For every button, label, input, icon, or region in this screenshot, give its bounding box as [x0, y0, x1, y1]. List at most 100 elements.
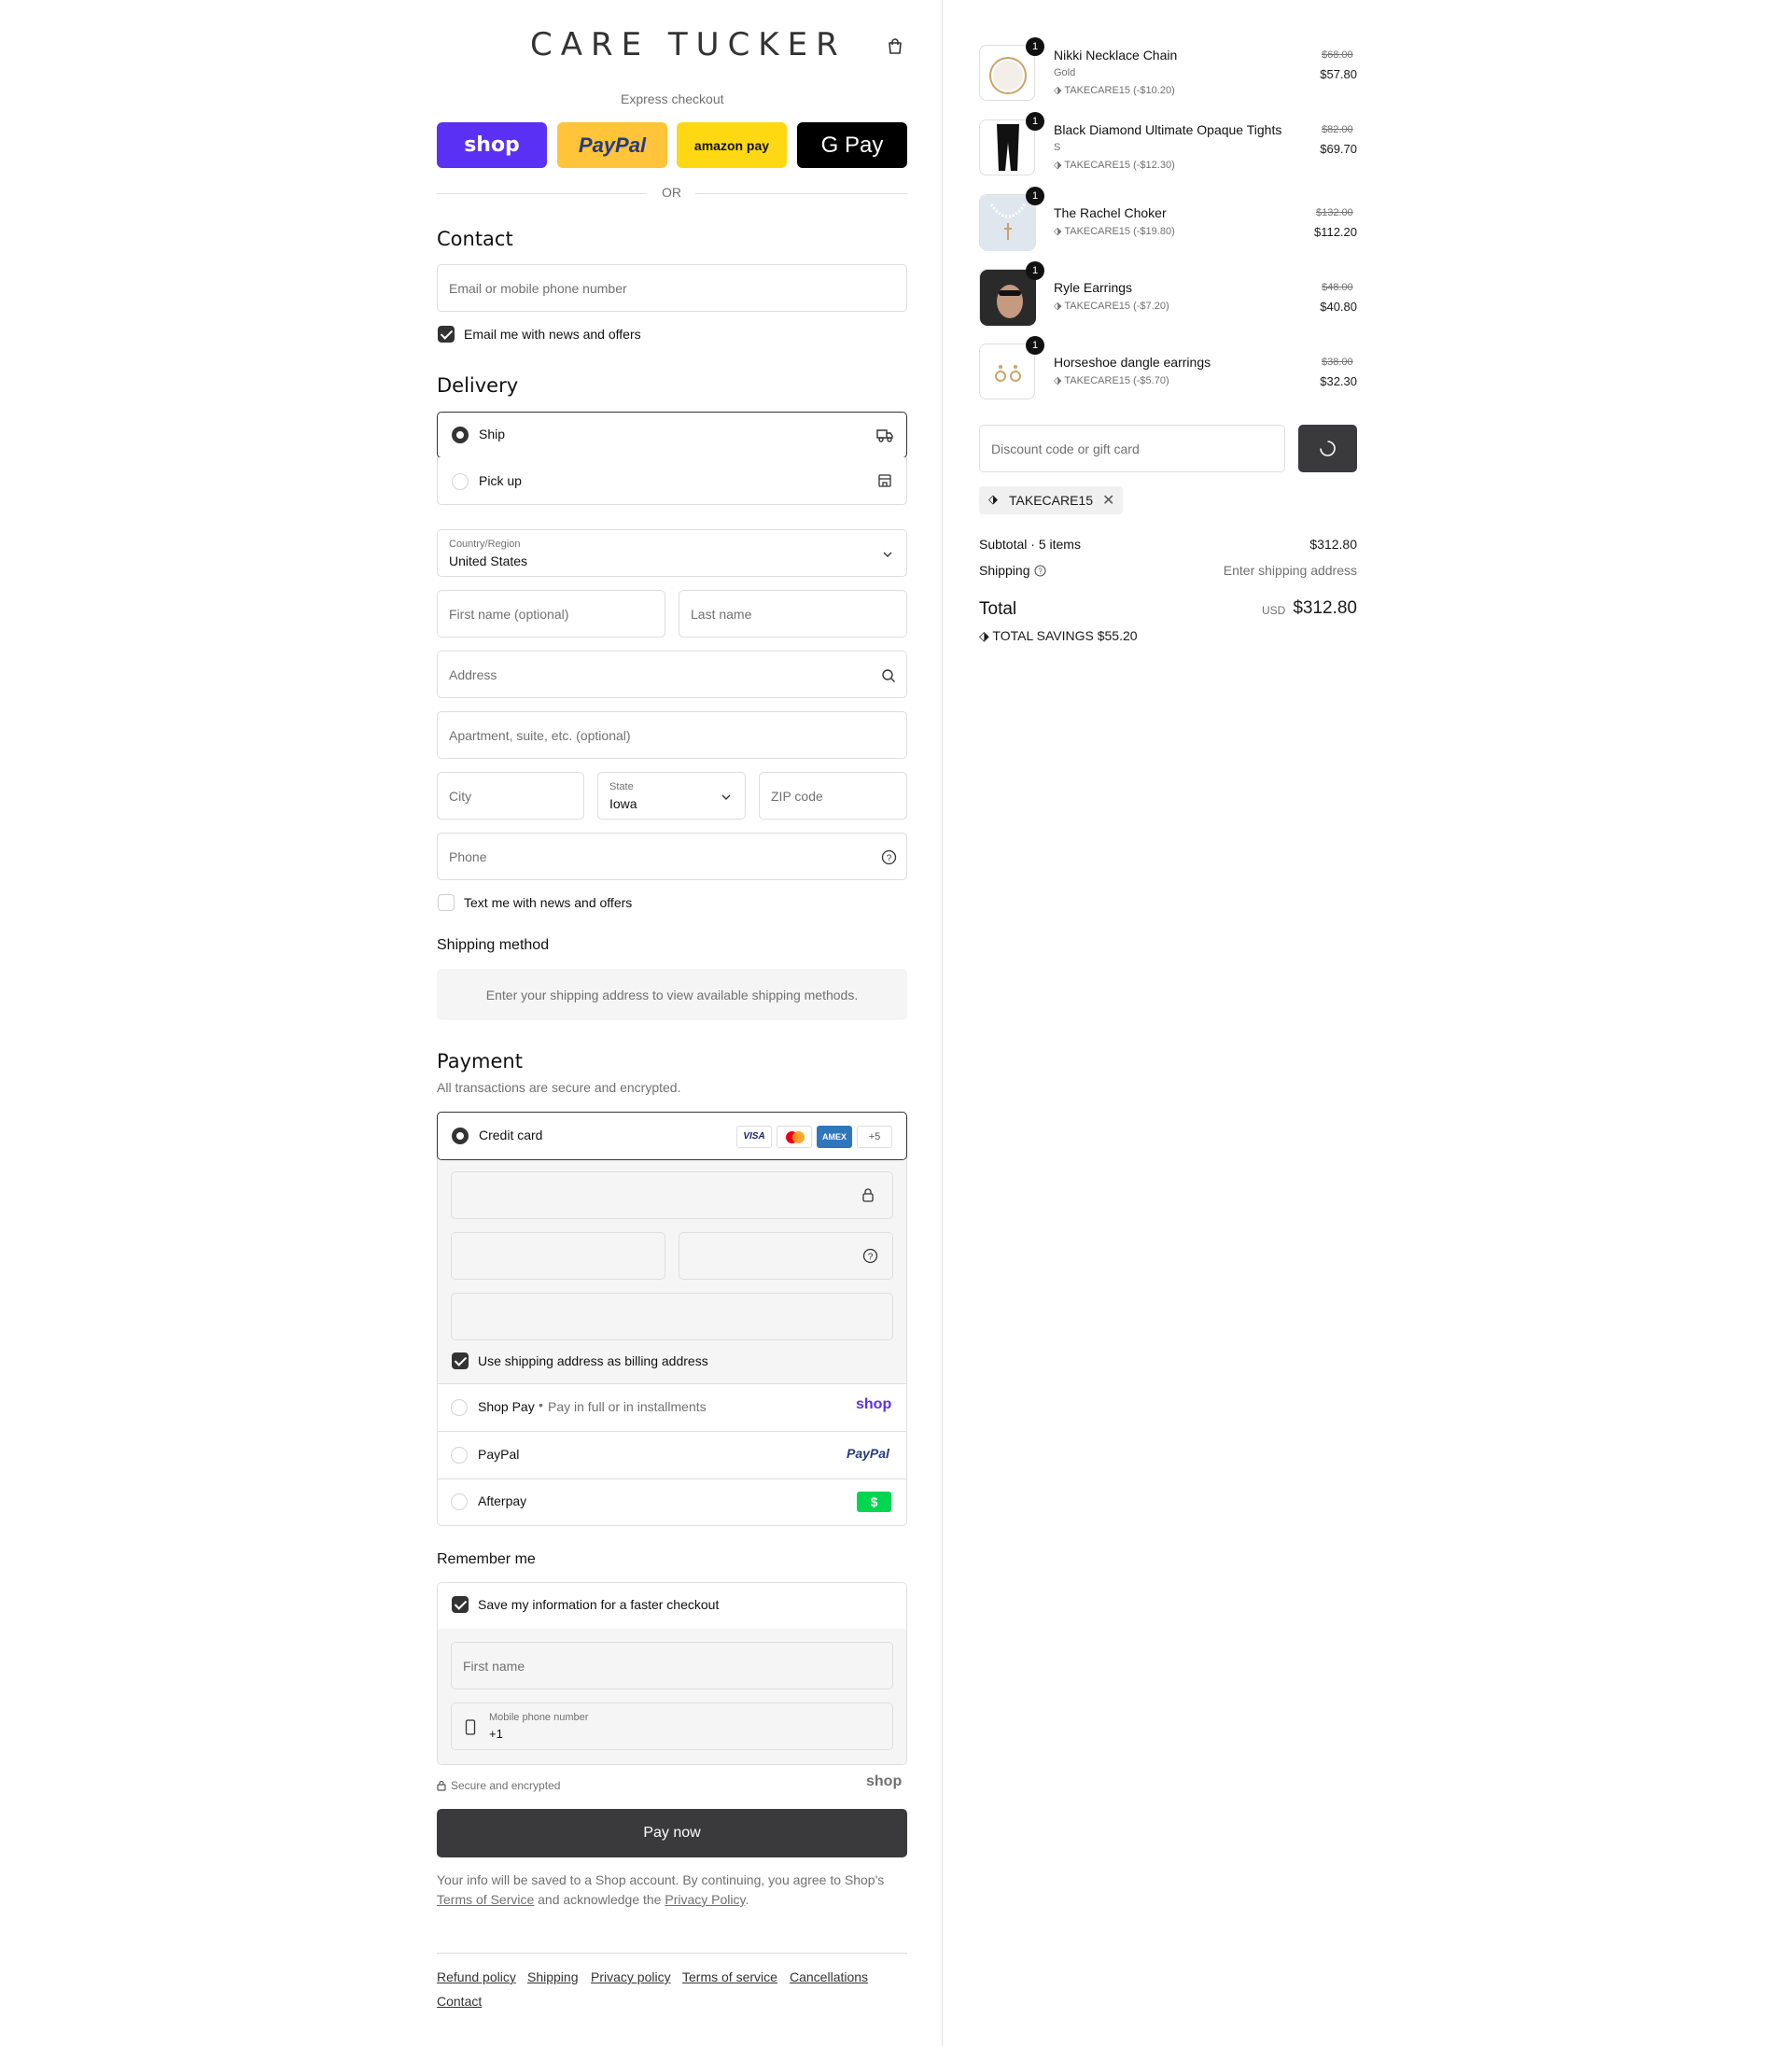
billing-address-checkbox[interactable]: [452, 1352, 469, 1369]
save-info-checkbox[interactable]: [452, 1596, 469, 1613]
pay-now-button[interactable]: Pay now: [437, 1809, 907, 1857]
mobile-phone-field[interactable]: Mobile phone number +1: [451, 1703, 893, 1750]
applied-discount-code: TAKECARE15: [1009, 493, 1093, 508]
divider: [437, 193, 647, 194]
security-code-field[interactable]: ?: [679, 1232, 893, 1280]
svg-text:?: ?: [887, 854, 892, 864]
store-icon: [878, 474, 891, 487]
shop-pay-label: Shop Pay: [478, 1399, 535, 1414]
credit-card-label: Credit card: [479, 1128, 543, 1142]
mobile-phone-value: +1: [489, 1727, 503, 1741]
city-placeholder: City: [449, 789, 472, 804]
email-field[interactable]: Email or mobile phone number: [437, 264, 907, 312]
legal-text-line1: Your info will be saved to a Shop accoun…: [437, 1872, 885, 1887]
email-news-checkbox[interactable]: [438, 326, 455, 343]
paypal-option[interactable]: PayPal PayPal: [438, 1432, 906, 1478]
product-price: $57.80: [1320, 67, 1357, 81]
mastercard-icon: [777, 1126, 812, 1148]
country-value: United States: [449, 554, 528, 568]
product-name: Nikki Necklace Chain: [1054, 48, 1178, 63]
truck-icon: [876, 429, 893, 442]
pickup-radio[interactable]: [452, 473, 469, 490]
visa-logo-text: VISA: [743, 1131, 765, 1142]
remove-discount-icon[interactable]: ✕: [1102, 491, 1114, 510]
shipping-method-message: Enter your shipping address to view avai…: [485, 988, 859, 1002]
discount-code-field[interactable]: Discount code or gift card: [979, 425, 1285, 472]
product-discount: ⬗ TAKECARE15 (-$12.30): [1054, 159, 1175, 171]
product-variant: Gold: [1054, 67, 1076, 78]
help-icon[interactable]: ?: [1034, 565, 1046, 577]
state-select[interactable]: State Iowa: [597, 772, 746, 820]
paypal-logo: PayPal: [847, 1446, 889, 1461]
legal-and: and acknowledge the: [538, 1892, 662, 1907]
help-icon[interactable]: ?: [881, 849, 897, 865]
quantity-badge: 1: [1026, 336, 1044, 355]
shipping-link[interactable]: Shipping: [527, 1969, 579, 1984]
privacy-policy-link[interactable]: Privacy policy: [591, 1969, 671, 1984]
zip-field[interactable]: ZIP code: [759, 772, 907, 820]
privacy-link[interactable]: Privacy Policy: [665, 1892, 745, 1907]
apply-discount-button[interactable]: [1298, 425, 1357, 472]
tag-icon: ⬗: [1054, 301, 1062, 312]
ship-option[interactable]: Ship: [437, 412, 907, 458]
paypal-express-button[interactable]: PayPal: [557, 122, 667, 168]
phone-placeholder: Phone: [449, 849, 487, 864]
card-number-field[interactable]: [451, 1171, 893, 1219]
shop-pay-option[interactable]: Shop Pay • Pay in full or in installment…: [438, 1384, 906, 1431]
shop-pay-logo: shop: [464, 133, 520, 157]
payment-heading: Payment: [437, 1050, 523, 1072]
first-name-field[interactable]: First name (optional): [437, 590, 665, 638]
last-name-field[interactable]: Last name: [679, 590, 907, 638]
shop-pay-logo: shop: [856, 1396, 892, 1412]
pickup-option[interactable]: Pick up: [437, 457, 907, 505]
country-label: Country/Region: [449, 539, 521, 550]
contact-link[interactable]: Contact: [437, 1994, 482, 2009]
email-placeholder: Email or mobile phone number: [449, 281, 627, 296]
svg-text:?: ?: [1038, 568, 1043, 576]
save-info-label: Save my information for a faster checkou…: [478, 1597, 720, 1612]
text-news-checkbox[interactable]: [438, 894, 455, 911]
legal-text-line2: Terms of Service and acknowledge the Pri…: [437, 1892, 749, 1907]
product-thumbnail: [979, 343, 1035, 399]
brand-logo[interactable]: CARE TUCKER: [530, 26, 847, 63]
footer-divider: [437, 1953, 907, 1954]
help-icon[interactable]: ?: [862, 1248, 878, 1264]
credit-card-radio[interactable]: [452, 1128, 469, 1144]
product-thumbnail: [979, 119, 1035, 175]
city-field[interactable]: City: [437, 772, 584, 820]
terms-of-service-link[interactable]: Terms of service: [682, 1969, 777, 1984]
product-discount-text: TAKECARE15 (-$10.20): [1064, 85, 1175, 96]
original-price: $82.00: [1322, 124, 1353, 135]
afterpay-radio[interactable]: [451, 1493, 468, 1510]
name-on-card-field[interactable]: [451, 1293, 893, 1340]
afterpay-option[interactable]: Afterpay $: [438, 1479, 906, 1525]
product-thumbnail: [979, 269, 1036, 326]
paypal-radio[interactable]: [451, 1447, 468, 1464]
earrings-model-image: [980, 270, 1036, 326]
country-select[interactable]: Country/Region United States: [437, 529, 907, 577]
amazon-pay-express-button[interactable]: amazon pay: [677, 122, 787, 168]
legal-end: .: [745, 1892, 749, 1907]
apartment-field[interactable]: Apartment, suite, etc. (optional): [437, 711, 907, 759]
cancellations-link[interactable]: Cancellations: [790, 1969, 868, 1984]
subtotal-value: $312.80: [1309, 537, 1357, 552]
refund-policy-link[interactable]: Refund policy: [437, 1969, 516, 1984]
address-field[interactable]: Address: [437, 651, 907, 698]
expiration-field[interactable]: [451, 1232, 665, 1280]
quantity-badge: 1: [1026, 112, 1044, 131]
shop-pay-radio[interactable]: [451, 1399, 468, 1416]
original-price: $48.00: [1322, 282, 1353, 293]
shop-pay-express-button[interactable]: shop: [437, 122, 547, 168]
remember-first-name-field[interactable]: First name: [451, 1642, 893, 1689]
amazon-pay-logo: amazon pay: [693, 137, 770, 153]
horseshoe-earrings-image: [995, 365, 1021, 382]
terms-link[interactable]: Terms of Service: [437, 1892, 534, 1907]
product-name: The Rachel Choker: [1054, 205, 1167, 220]
google-pay-express-button[interactable]: G Pay: [797, 122, 907, 168]
ship-label: Ship: [479, 427, 506, 441]
ship-radio[interactable]: [452, 427, 469, 443]
shopping-bag-icon[interactable]: [886, 37, 904, 56]
phone-field[interactable]: Phone ?: [437, 833, 907, 880]
apartment-placeholder: Apartment, suite, etc. (optional): [449, 728, 631, 743]
shop-pay-sub: Pay in full or in installments: [548, 1399, 707, 1414]
